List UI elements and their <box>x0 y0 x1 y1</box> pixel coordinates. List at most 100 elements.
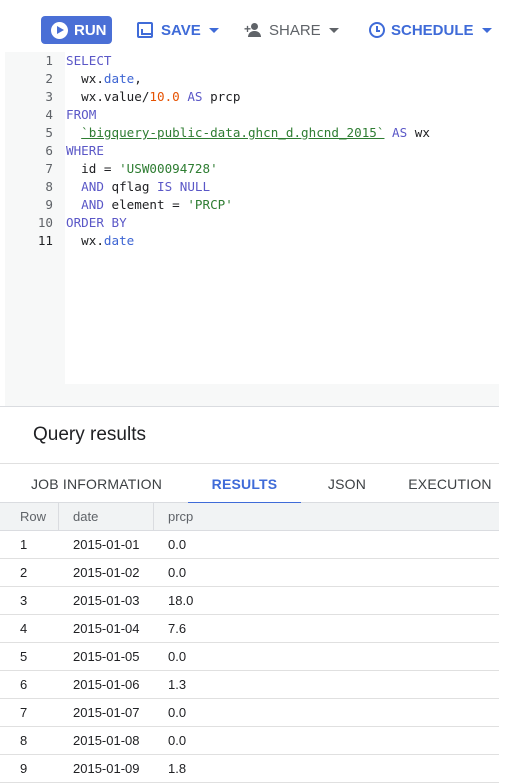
cell-row-number: 6 <box>20 677 28 692</box>
cell-prcp: 1.8 <box>168 761 187 776</box>
tab-execution[interactable]: EXECUTION <box>393 464 507 503</box>
table-row[interactable]: 2 2015-01-02 0.0 <box>0 559 499 587</box>
results-tabs: JOB INFORMATION RESULTS JSON EXECUTION <box>0 463 499 504</box>
cell-date: 2015-01-03 <box>73 593 140 608</box>
code-line[interactable]: 11 wx.date <box>5 232 499 250</box>
share-button[interactable]: + SHARE <box>244 19 339 41</box>
column-header-row[interactable]: Row <box>20 503 46 531</box>
table-row[interactable]: 7 2015-01-07 0.0 <box>0 699 499 727</box>
code-line[interactable]: 5 `bigquery-public-data.ghcn_d.ghcnd_201… <box>5 124 499 142</box>
code-token: wx.value/ <box>66 89 150 104</box>
table-row[interactable]: 4 2015-01-04 7.6 <box>0 615 499 643</box>
play-icon <box>51 21 68 39</box>
cell-date: 2015-01-07 <box>73 705 140 720</box>
tab-job-information[interactable]: JOB INFORMATION <box>0 464 193 503</box>
code-token: WHERE <box>66 143 104 158</box>
column-header-date[interactable]: date <box>73 503 98 531</box>
share-label: SHARE <box>269 21 321 39</box>
cell-prcp: 1.3 <box>168 677 187 692</box>
run-label: RUN <box>74 21 107 39</box>
code-token: AND <box>66 179 104 194</box>
code-token: ORDER BY <box>66 215 127 230</box>
line-number: 4 <box>45 107 53 122</box>
sql-editor[interactable]: 1 SELECT 2 wx.date, 3 wx.value/10.0 AS prcp… <box>5 52 499 406</box>
cell-prcp: 0.0 <box>168 733 187 748</box>
line-number: 9 <box>45 197 53 212</box>
code-text: FROM <box>66 106 96 124</box>
code-token: FROM <box>66 107 97 122</box>
table-row[interactable]: 6 2015-01-06 1.3 <box>0 671 499 699</box>
cell-row-number: 8 <box>20 733 28 748</box>
cell-prcp: 0.0 <box>168 705 187 720</box>
cell-date: 2015-01-05 <box>73 649 140 664</box>
table-header: Row date prcp <box>0 503 499 531</box>
column-divider <box>153 503 154 531</box>
line-number: 1 <box>45 53 53 68</box>
save-button[interactable]: SAVE <box>137 19 219 41</box>
query-toolbar: RUN SAVE + SHARE SCHEDULE <box>0 0 507 54</box>
save-label: SAVE <box>161 21 201 39</box>
cell-row-number: 2 <box>20 565 28 580</box>
code-token: qflag <box>103 179 157 194</box>
code-text: wx.value/10.0 AS prcp <box>66 88 240 106</box>
code-token: SELECT <box>66 53 112 68</box>
chevron-down-icon <box>481 27 492 33</box>
cell-row-number: 4 <box>20 621 28 636</box>
code-token: wx. <box>66 71 104 86</box>
table-row[interactable]: 5 2015-01-05 0.0 <box>0 643 499 671</box>
code-line[interactable]: 1 SELECT <box>5 52 499 70</box>
code-text: ORDER BY <box>66 214 127 232</box>
table-row[interactable]: 9 2015-01-09 1.8 <box>0 755 499 783</box>
code-line[interactable]: 4 FROM <box>5 106 499 124</box>
code-line[interactable]: 6 WHERE <box>5 142 499 160</box>
line-number: 8 <box>45 179 53 194</box>
table-row[interactable]: 1 2015-01-01 0.0 <box>0 531 499 559</box>
tab-json[interactable]: JSON <box>301 464 393 503</box>
code-text: `bigquery-public-data.ghcn_d.ghcnd_2015`… <box>66 124 430 142</box>
panel-divider[interactable] <box>0 406 499 407</box>
cell-row-number: 3 <box>20 593 28 608</box>
code-line[interactable]: 3 wx.value/10.0 AS prcp <box>5 88 499 106</box>
code-line[interactable]: 9 AND element = 'PRCP' <box>5 196 499 214</box>
code-token: date <box>103 233 135 248</box>
line-number: 5 <box>45 125 53 140</box>
cell-prcp: 0.0 <box>168 537 187 552</box>
code-token: , <box>134 71 142 86</box>
code-text: wx.date, <box>66 70 142 88</box>
chevron-down-icon <box>328 27 339 33</box>
person-add-icon: + <box>244 23 265 37</box>
cell-row-number: 5 <box>20 649 28 664</box>
tab-results[interactable]: RESULTS <box>188 464 301 504</box>
code-line[interactable]: 10 ORDER BY <box>5 214 499 232</box>
table-row[interactable]: 8 2015-01-08 0.0 <box>0 727 499 755</box>
cell-date: 2015-01-02 <box>73 565 140 580</box>
line-number: 7 <box>45 161 53 176</box>
code-text: AND element = 'PRCP' <box>66 196 233 214</box>
code-token: AS <box>179 89 203 104</box>
cell-prcp: 7.6 <box>168 621 187 636</box>
cell-row-number: 9 <box>20 761 28 776</box>
code-text: SELECT <box>66 52 112 70</box>
code-text: wx.date <box>66 232 134 250</box>
cell-prcp: 0.0 <box>168 565 187 580</box>
code-token: 10.0 <box>149 89 180 104</box>
code-token: element = <box>103 197 188 212</box>
column-header-prcp[interactable]: prcp <box>168 503 193 531</box>
cell-date: 2015-01-04 <box>73 621 140 636</box>
cell-row-number: 7 <box>20 705 28 720</box>
schedule-button[interactable]: SCHEDULE <box>369 19 492 41</box>
code-line[interactable]: 2 wx.date, <box>5 70 499 88</box>
code-token: IS NULL <box>157 179 211 194</box>
code-line[interactable]: 7 id = 'USW00094728' <box>5 160 499 178</box>
code-token: wx. <box>66 233 104 248</box>
column-divider <box>58 503 59 531</box>
run-button[interactable]: RUN <box>41 16 112 44</box>
code-token: date <box>103 71 135 86</box>
table-row[interactable]: 3 2015-01-03 18.0 <box>0 587 499 615</box>
code-line[interactable]: 8 AND qflag IS NULL <box>5 178 499 196</box>
line-number: 11 <box>37 233 53 248</box>
clock-icon <box>369 22 385 38</box>
save-icon <box>137 22 153 38</box>
cell-date: 2015-01-08 <box>73 733 140 748</box>
cell-date: 2015-01-09 <box>73 761 140 776</box>
